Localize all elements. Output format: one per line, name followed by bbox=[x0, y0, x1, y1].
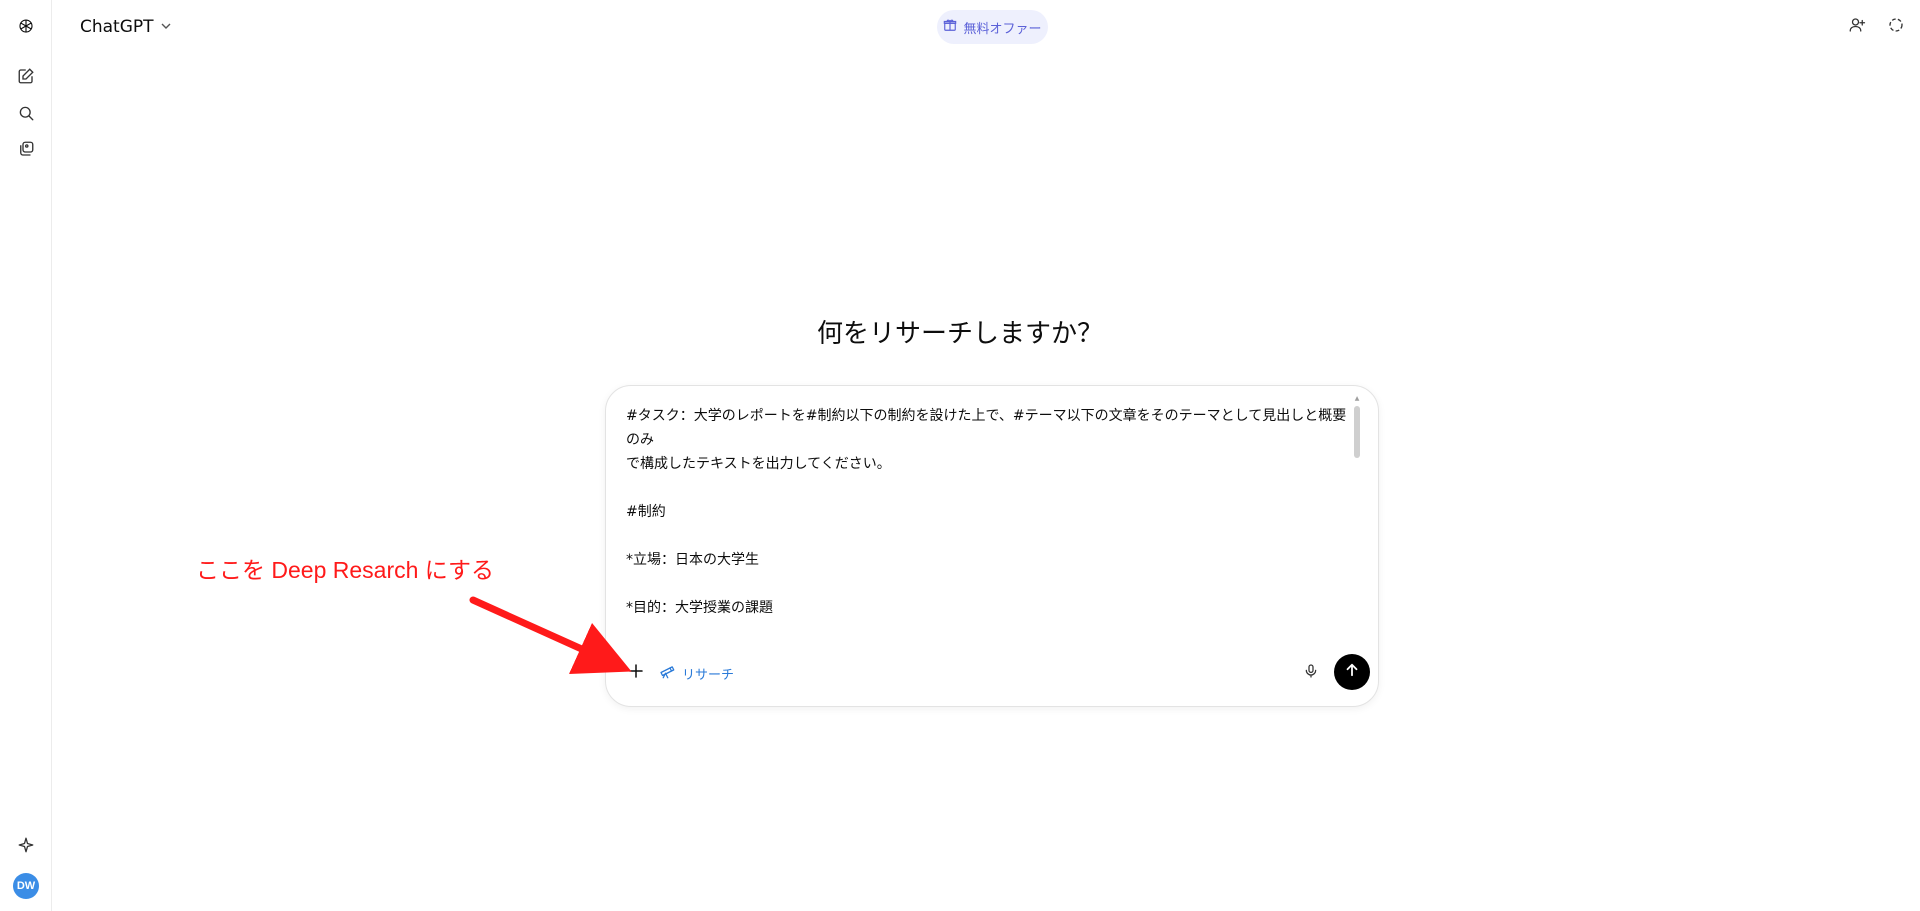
plus-icon bbox=[627, 662, 645, 684]
search-icon bbox=[17, 104, 35, 126]
new-chat-button[interactable] bbox=[10, 62, 42, 94]
add-attachment-button[interactable] bbox=[619, 656, 653, 690]
library-button[interactable] bbox=[10, 135, 42, 167]
prompt-line: で構成したテキストを出力してください。 bbox=[626, 456, 891, 472]
prompt-line: *目的：大学授業の課題 bbox=[626, 600, 773, 616]
avatar[interactable]: DW bbox=[13, 873, 39, 899]
send-button[interactable] bbox=[1334, 654, 1370, 690]
prompt-line bbox=[626, 620, 1356, 644]
sparkle-icon bbox=[17, 836, 35, 858]
microphone-icon bbox=[1303, 663, 1319, 683]
prompt-line: #タスク：大学のレポートを#制約以下の制約を設けた上で、#テーマ以下の文章をその… bbox=[626, 408, 1347, 448]
prompt-line: #制約 bbox=[626, 504, 666, 520]
voice-input-button[interactable] bbox=[1296, 658, 1326, 688]
page-title: 何をリサーチしますか？ bbox=[816, 319, 1103, 349]
share-user-button[interactable] bbox=[1842, 12, 1872, 42]
images-icon bbox=[17, 140, 35, 162]
temporary-chat-button[interactable] bbox=[1881, 12, 1911, 42]
free-offer-button[interactable]: 無料オファー bbox=[937, 10, 1048, 44]
sidebar: DW bbox=[0, 0, 52, 911]
explore-button[interactable] bbox=[10, 831, 42, 863]
scrollbar-thumb[interactable] bbox=[1354, 406, 1360, 458]
research-tool-chip[interactable]: リサーチ bbox=[658, 660, 734, 686]
gift-icon bbox=[943, 18, 957, 36]
prompt-input[interactable]: #タスク：大学のレポートを#制約以下の制約を設けた上で、#テーマ以下の文章をその… bbox=[626, 404, 1356, 646]
search-chats-button[interactable] bbox=[10, 99, 42, 131]
chevron-down-icon bbox=[160, 17, 172, 37]
openai-logo-icon[interactable] bbox=[10, 10, 42, 42]
add-user-icon bbox=[1848, 16, 1866, 38]
scrollbar[interactable]: ▲ bbox=[1354, 396, 1360, 656]
telescope-icon bbox=[658, 662, 676, 684]
scroll-up-icon[interactable]: ▲ bbox=[1354, 396, 1360, 402]
prompt-line: *構成：序論、本文、まとめなどの論文的構成 bbox=[626, 644, 1356, 646]
model-label: ChatGPT bbox=[80, 17, 154, 37]
prompt-line bbox=[626, 476, 1356, 500]
annotation-label: ここを Deep Resarch にする bbox=[196, 557, 495, 583]
prompt-line bbox=[626, 524, 1356, 548]
composer: #タスク：大学のレポートを#制約以下の制約を設けた上で、#テーマ以下の文章をその… bbox=[605, 385, 1379, 707]
dashed-circle-icon bbox=[1887, 16, 1905, 38]
offer-label: 無料オファー bbox=[963, 21, 1042, 37]
arrow-up-icon bbox=[1343, 661, 1361, 683]
top-bar: ChatGPT 無料オファー bbox=[52, 0, 1920, 54]
research-label: リサーチ bbox=[682, 667, 735, 683]
prompt-line bbox=[626, 572, 1356, 596]
model-selector[interactable]: ChatGPT bbox=[80, 14, 172, 40]
prompt-line: *立場：日本の大学生 bbox=[626, 552, 759, 568]
edit-icon bbox=[17, 67, 35, 89]
